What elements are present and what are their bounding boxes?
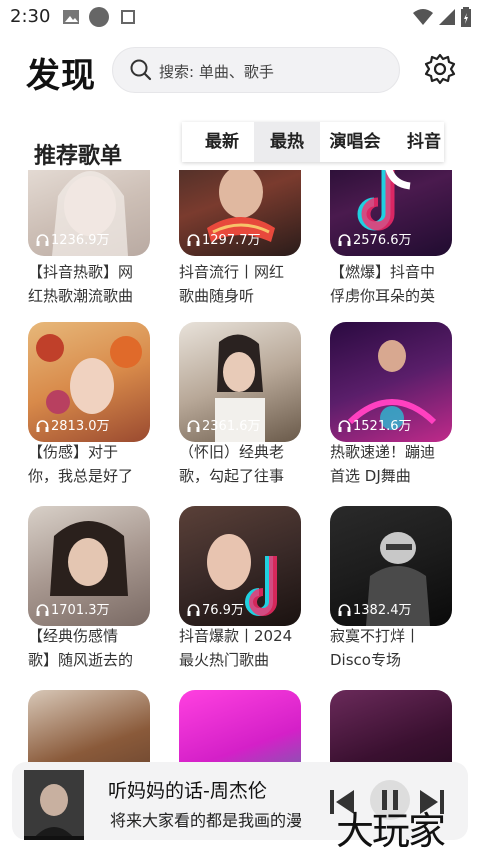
headphone-icon (187, 420, 200, 432)
play-count: 2813.0万 (36, 415, 110, 434)
playlist-cover (330, 690, 452, 770)
tab-concert[interactable]: 演唱会 (322, 122, 388, 162)
headphone-icon (187, 604, 200, 616)
playlist-cover (28, 690, 150, 770)
playlist-title: 抖音爆款丨2024 最火热门歌曲 (179, 627, 293, 669)
playlist-title: 寂寞不打烊丨 Disco专场 (330, 627, 421, 669)
album-cover[interactable] (24, 770, 84, 840)
headphone-icon (338, 420, 351, 432)
playlist-cover: 76.9万 (179, 506, 301, 626)
play-count: 2576.6万 (338, 229, 412, 248)
signal-icon (439, 9, 455, 25)
playlist-title: 【经典伤感情 歌】随风逝去的 (28, 627, 134, 669)
circle-icon (89, 7, 109, 27)
playlist-cover: 1236.9万 (28, 170, 150, 256)
page-title: 发现 (26, 56, 96, 96)
headphone-icon (187, 234, 200, 246)
album-art (24, 770, 84, 840)
playlist-cover: 1382.4万 (330, 506, 452, 626)
play-count: 2361.6万 (187, 415, 261, 434)
playlist-title: 【伤感】对于 你，我总是好了 (28, 443, 134, 485)
status-time: 2:30 (10, 6, 51, 27)
playlist-title: 热歌速递！蹦迪 首选 DJ舞曲 (330, 443, 436, 485)
watermark: 大玩家 (336, 809, 446, 853)
playlist-cover: 2576.6万 (330, 170, 452, 256)
play-count: 1297.7万 (187, 229, 261, 248)
playlist-cover: 2361.6万 (179, 322, 301, 442)
song-lyric: 将来大家看的都是我画的漫 (110, 811, 303, 830)
playlist-title: 【抖音热歌】网 红热歌潮流歌曲 (28, 263, 134, 305)
image-icon (63, 10, 79, 24)
wifi-icon (413, 9, 433, 25)
square-icon (121, 10, 135, 24)
playlist-cover (179, 690, 301, 770)
tab-douyin[interactable]: 抖音 (396, 122, 444, 162)
playlist-cover: 1521.6万 (330, 322, 452, 442)
song-title: 听妈妈的话-周杰伦 (108, 780, 267, 802)
headphone-icon (338, 604, 351, 616)
playlist-cover: 1297.7万 (179, 170, 301, 256)
play-count: 76.9万 (187, 599, 244, 618)
category-tabs: 最新 最热 演唱会 抖音 (182, 122, 444, 162)
play-count: 1521.6万 (338, 415, 412, 434)
status-bar: 2:30 (0, 0, 480, 34)
playlist-title: 抖音流行丨网红 歌曲随身听 (179, 263, 285, 305)
search-input[interactable]: 搜索: 单曲、歌手 (112, 47, 400, 93)
gear-icon[interactable] (424, 53, 456, 85)
tab-hottest[interactable]: 最热 (254, 122, 320, 162)
playlist-cover: 2813.0万 (28, 322, 150, 442)
headphone-icon (36, 234, 49, 246)
playlist-cover: 1701.3万 (28, 506, 150, 626)
headphone-icon (36, 420, 49, 432)
playlist-grid: 1236.9万 【抖音热歌】网 红热歌潮流歌曲 1297.7万 抖音流行丨网红 歌曲… (0, 170, 480, 770)
playlist-title: （怀旧）经典老 歌，勾起了往事 (179, 443, 285, 485)
play-count: 1382.4万 (338, 599, 412, 618)
headphone-icon (338, 234, 351, 246)
header: 发现 搜索: 单曲、歌手 (0, 40, 480, 100)
playlist-title: 【燃爆】抖音中 俘虏你耳朵的英 (330, 263, 436, 305)
headphone-icon (36, 604, 49, 616)
section-title: 推荐歌单 (34, 144, 123, 169)
search-placeholder: 搜索: 单曲、歌手 (159, 63, 274, 81)
play-count: 1701.3万 (36, 599, 110, 618)
tab-latest[interactable]: 最新 (190, 122, 254, 162)
search-icon (130, 59, 152, 81)
battery-icon (461, 7, 471, 27)
play-count: 1236.9万 (36, 229, 110, 248)
